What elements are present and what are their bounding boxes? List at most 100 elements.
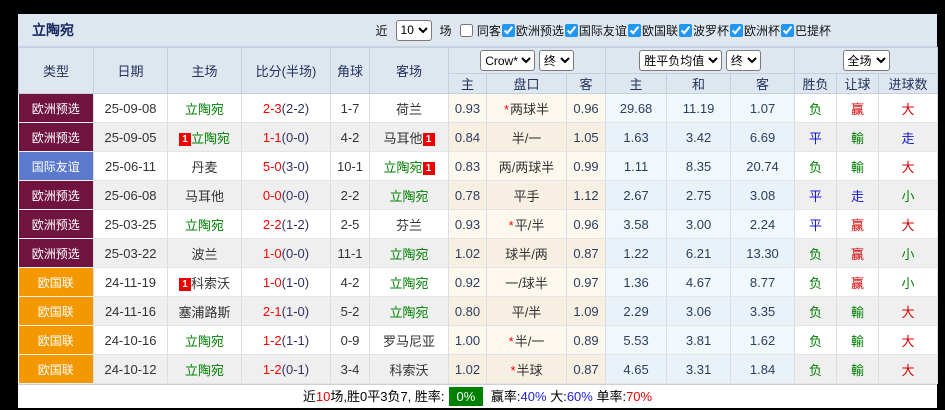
result-winloss-cell: 负 xyxy=(795,268,837,297)
halftime-score: (0-0) xyxy=(282,188,309,203)
home-team-cell: 塞浦路斯 xyxy=(168,297,242,326)
score-cell: 1-1(0-0) xyxy=(242,123,331,152)
result-goals-cell: 走 xyxy=(879,123,938,152)
star-marker: * xyxy=(509,334,514,349)
league-checkbox[interactable] xyxy=(502,24,515,37)
avg-away-odds-cell: 2.24 xyxy=(731,210,795,239)
same-away-filter[interactable]: 同客 xyxy=(452,22,501,39)
date-cell: 24-10-12 xyxy=(94,355,168,384)
crow-handicap-cell: *半球 xyxy=(487,355,567,384)
match-row: 欧国联24-11-16塞浦路斯2-1(1-0)5-2立陶宛0.80平/半1.09… xyxy=(19,297,938,326)
league-filter-6[interactable]: 巴提杯 xyxy=(780,24,831,38)
scope-select[interactable]: 全场 xyxy=(843,50,890,71)
team-name: 立陶宛 xyxy=(185,363,224,378)
avg-draw-odds-cell: 3.31 xyxy=(667,355,731,384)
crow-handicap-cell: 两/两球半 xyxy=(487,152,567,181)
result-handicap-cell: 赢 xyxy=(837,239,879,268)
result-winloss-cell: 负 xyxy=(795,355,837,384)
avg-draw-odds-cell: 3.42 xyxy=(667,123,731,152)
league-checkbox[interactable] xyxy=(679,24,692,37)
footer-segment: 赢率: xyxy=(487,389,520,404)
footer-segment: 70% xyxy=(626,389,652,404)
halftime-score: (1-2) xyxy=(282,217,309,232)
avg-away-odds-cell: 3.08 xyxy=(731,181,795,210)
crow-home-odds-cell: 1.00 xyxy=(449,326,487,355)
league-checkbox[interactable] xyxy=(565,24,578,37)
col-header-winloss: 胜负 xyxy=(795,74,837,94)
result-winloss-cell: 平 xyxy=(795,181,837,210)
league-checkbox[interactable] xyxy=(628,24,641,37)
fulltime-score: 1-1 xyxy=(263,130,282,145)
footer-segment: 10 xyxy=(316,389,330,404)
league-filter-4[interactable]: 波罗杯 xyxy=(678,24,729,38)
bookmaker-select[interactable]: Crow* xyxy=(480,50,535,71)
result-handicap-cell: 輸 xyxy=(837,297,879,326)
date-cell: 25-03-22 xyxy=(94,239,168,268)
col-header-avg-home: 主 xyxy=(606,74,667,94)
home-team-cell: 立陶宛 xyxy=(168,326,242,355)
crow-state-select[interactable]: 终 xyxy=(539,50,574,71)
avg-odds-select[interactable]: 胜平负均值 xyxy=(639,50,722,71)
team-name: 芬兰 xyxy=(396,218,422,233)
team-name: 罗马尼亚 xyxy=(383,334,435,349)
away-team-cell: 立陶宛 xyxy=(370,297,449,326)
avg-away-odds-cell: 8.77 xyxy=(731,268,795,297)
avg-home-odds-cell: 4.65 xyxy=(606,355,667,384)
league-type-cell: 欧洲预选 xyxy=(19,123,94,152)
result-goals-cell: 大 xyxy=(879,326,938,355)
avg-state-select[interactable]: 终 xyxy=(726,50,761,71)
corner-cell: 2-5 xyxy=(331,210,370,239)
avg-draw-odds-cell: 2.75 xyxy=(667,181,731,210)
same-away-checkbox[interactable] xyxy=(460,24,473,37)
league-filter-5[interactable]: 欧洲杯 xyxy=(729,24,780,38)
league-filter-3[interactable]: 欧国联 xyxy=(627,24,678,38)
score-cell: 1-2(0-1) xyxy=(242,355,331,384)
match-row: 国际友谊25-06-11丹麦5-0(3-0)10-1立陶宛10.83两/两球半0… xyxy=(19,152,938,181)
team-name: 立陶宛 xyxy=(191,131,230,146)
team-title: 立陶宛 xyxy=(18,20,74,40)
fulltime-score: 0-0 xyxy=(263,188,282,203)
avg-home-odds-cell: 3.58 xyxy=(606,210,667,239)
home-team-cell: 波兰 xyxy=(168,239,242,268)
crow-handicap-cell: *半/一 xyxy=(487,326,567,355)
halftime-score: (3-0) xyxy=(282,159,309,174)
star-marker: * xyxy=(510,363,515,378)
crow-handicap-cell: 球半/两 xyxy=(487,239,567,268)
away-team-cell: 科索沃 xyxy=(370,355,449,384)
league-checkbox[interactable] xyxy=(730,24,743,37)
crow-away-odds-cell: 0.87 xyxy=(567,355,606,384)
crow-handicap-cell: 半/一 xyxy=(487,123,567,152)
avg-away-odds-cell: 13.30 xyxy=(731,239,795,268)
col-header-home: 主场 xyxy=(168,48,242,94)
league-label: 欧洲杯 xyxy=(744,24,780,38)
away-team-cell: 立陶宛 xyxy=(370,181,449,210)
away-team-cell: 立陶宛 xyxy=(370,239,449,268)
result-goals-cell: 小 xyxy=(879,268,938,297)
crow-home-odds-cell: 1.02 xyxy=(449,239,487,268)
team-name: 荷兰 xyxy=(396,102,422,117)
col-header-goals: 进球数 xyxy=(879,74,938,94)
crow-away-odds-cell: 1.05 xyxy=(567,123,606,152)
league-type-cell: 国际友谊 xyxy=(19,152,94,181)
league-type-cell: 欧洲预选 xyxy=(19,181,94,210)
result-goals-cell: 小 xyxy=(879,181,938,210)
crow-home-odds-cell: 0.80 xyxy=(449,297,487,326)
crow-handicap-cell: 平手 xyxy=(487,181,567,210)
date-cell: 25-03-25 xyxy=(94,210,168,239)
fulltime-score: 1-2 xyxy=(263,362,282,377)
league-filter-2[interactable]: 国际友谊 xyxy=(564,24,627,38)
red-card-badge: 1 xyxy=(179,278,191,291)
away-team-cell: 立陶宛 xyxy=(370,268,449,297)
col-header-date: 日期 xyxy=(94,48,168,94)
crow-away-odds-cell: 0.87 xyxy=(567,239,606,268)
col-header-crow-home: 主 xyxy=(449,74,487,94)
match-count-select[interactable]: 10 xyxy=(396,20,432,41)
crow-handicap-cell: *两球半 xyxy=(487,94,567,123)
corner-cell: 4-2 xyxy=(331,268,370,297)
league-filter-1[interactable]: 欧洲预选 xyxy=(501,24,564,38)
league-type-cell: 欧国联 xyxy=(19,355,94,384)
avg-away-odds-cell: 1.62 xyxy=(731,326,795,355)
team-name: 立陶宛 xyxy=(389,305,428,320)
league-checkbox[interactable] xyxy=(781,24,794,37)
same-away-label: 同客 xyxy=(477,24,501,38)
